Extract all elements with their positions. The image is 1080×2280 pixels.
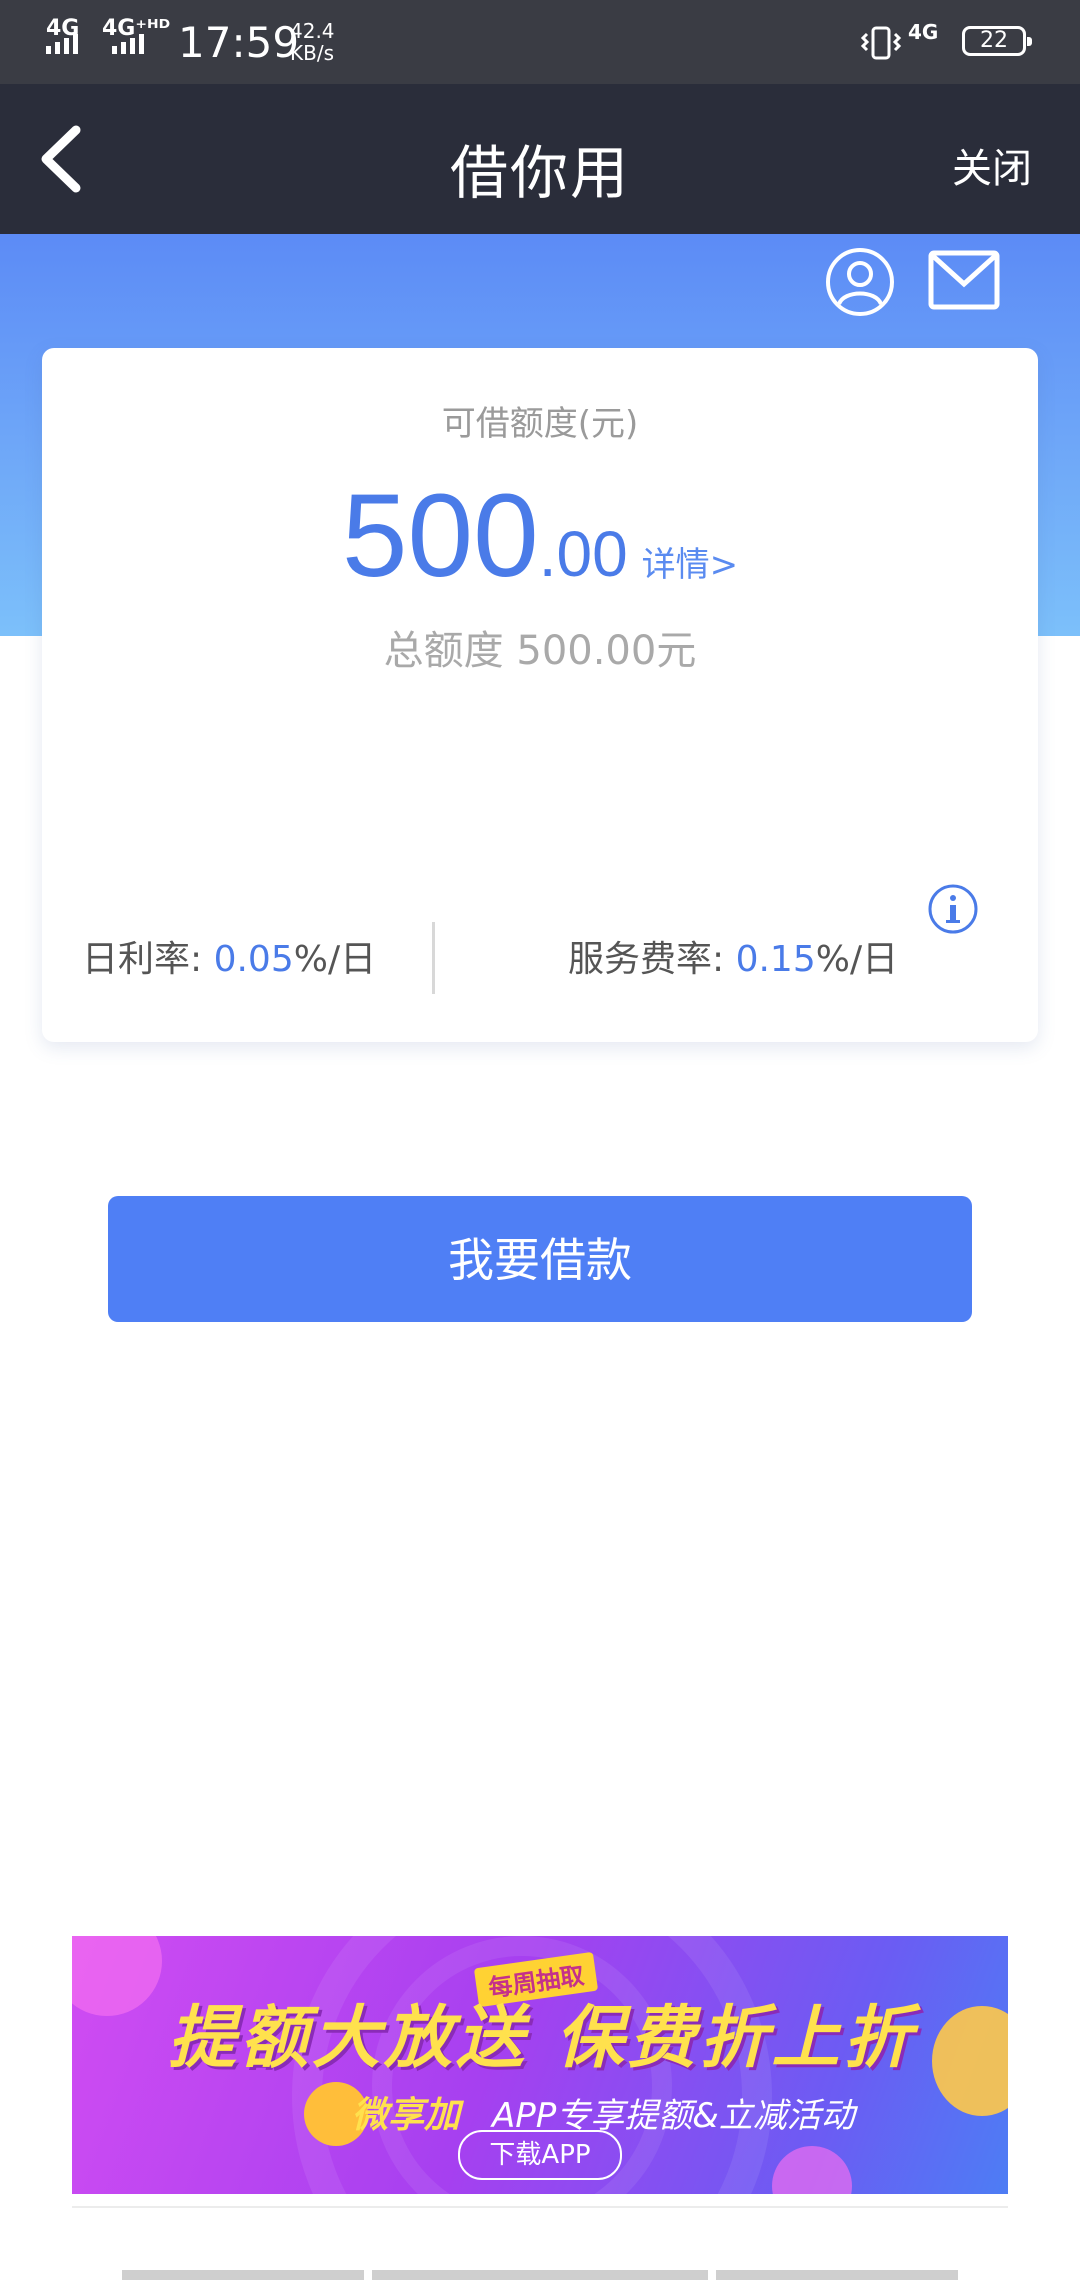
bottom-tab-1[interactable] [122, 2270, 364, 2280]
rate-divider [432, 922, 435, 994]
amount-decimal: .00 [538, 518, 628, 590]
page-title: 借你用 [449, 139, 630, 207]
banner-bubble [72, 1936, 162, 2016]
total-quota: 总额度 500.00元 [383, 628, 697, 674]
bottom-tab-3[interactable] [716, 2270, 958, 2280]
banner-subtitle-brand: 微享加 [352, 2095, 461, 2136]
available-amount: 500.00 详情> [42, 468, 1038, 604]
borrow-button[interactable]: 我要借款 [108, 1196, 972, 1322]
vibrate-icon [860, 26, 902, 60]
status-time: 17:59 [178, 18, 300, 67]
banner-bubble [772, 2146, 852, 2194]
service-fee-rate: 服务费率: 0.15%/日 [568, 930, 898, 982]
daily-rate-unit: %/日 [293, 939, 377, 980]
banner-title: 提额大放送 保费折上折 [168, 1999, 916, 2078]
battery-icon: 22 [962, 26, 1032, 56]
promo-banner[interactable]: 每周抽取 提额大放送 保费折上折 微享加 APP专享提额&立减活动 下载APP [72, 1936, 1008, 2194]
banner-bubble [932, 2006, 1008, 2116]
bottom-tab-2[interactable] [372, 2270, 708, 2280]
signal-bars-1-icon [46, 34, 78, 54]
nav-bar: 借你用 关闭 [0, 84, 1080, 234]
mail-icon[interactable] [928, 250, 1000, 310]
network-speed: 42.4 KB/s [290, 20, 335, 64]
network-speed-value: 42.4 [290, 19, 335, 43]
daily-rate-label: 日利率: [82, 939, 214, 980]
daily-rate-value: 0.05 [213, 939, 294, 980]
credit-card-panel: 可借额度(元) 500.00 详情> 总额度 500.00元 日利率: 0.05%… [42, 348, 1038, 1042]
available-quota-label: 可借额度(元) [441, 404, 639, 444]
network-label-2: 4G [908, 20, 939, 44]
service-rate-value: 0.15 [735, 939, 816, 980]
signal-bars-2-icon [112, 34, 144, 54]
info-icon[interactable] [926, 882, 980, 936]
user-icon[interactable] [824, 246, 896, 318]
banner-bottom-edge [72, 2194, 1008, 2208]
download-app-button[interactable]: 下载APP [458, 2130, 622, 2180]
service-rate-unit: %/日 [815, 939, 899, 980]
details-link[interactable]: 详情> [642, 545, 739, 585]
service-rate-label: 服务费率: [568, 939, 736, 980]
battery-level: 22 [980, 28, 1008, 53]
amount-integer: 500 [341, 470, 539, 602]
daily-interest-rate: 日利率: 0.05%/日 [82, 930, 376, 982]
network-speed-unit: KB/s [290, 41, 334, 65]
close-button[interactable]: 关闭 [952, 136, 1032, 194]
status-bar: 4G 4G⁺ᴴᴰ 17:59 42.4 KB/s 4G 22 [0, 0, 1080, 84]
